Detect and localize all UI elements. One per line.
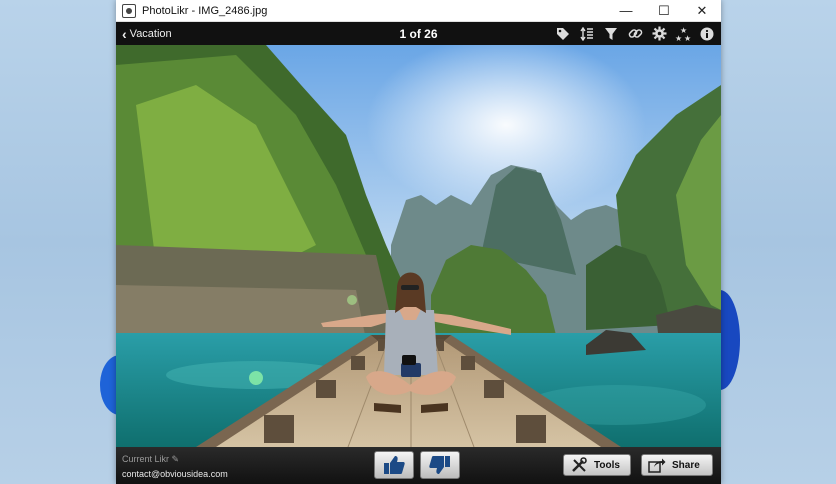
rating-stars-icon[interactable]: ★ ★ ★ — [673, 24, 693, 44]
app-window: PhotoLikr - IMG_2486.jpg — ☐ ✕ ‹ Vacatio… — [116, 0, 721, 484]
share-button[interactable]: Share — [641, 454, 713, 476]
app-logo-icon — [122, 3, 136, 18]
maximize-button[interactable]: ☐ — [645, 0, 683, 22]
vacation-photo — [116, 45, 721, 447]
filter-icon[interactable] — [601, 24, 621, 44]
title-bar: PhotoLikr - IMG_2486.jpg — ☐ ✕ — [116, 0, 721, 22]
current-likr-text: Current Likr — [122, 454, 170, 464]
contact-email: contact@obviousidea.com — [122, 469, 228, 479]
bottom-bar: Current Likr ✎ contact@obviousidea.com T… — [116, 447, 721, 484]
like-button[interactable] — [374, 451, 414, 479]
minimize-button[interactable]: — — [607, 0, 645, 22]
thumbs-up-icon — [384, 456, 405, 474]
close-button[interactable]: ✕ — [683, 0, 721, 22]
current-likr-label[interactable]: Current Likr ✎ — [122, 454, 179, 465]
thumbs-down-icon — [429, 456, 450, 474]
tag-icon[interactable] — [553, 24, 573, 44]
gear-icon[interactable] — [649, 24, 669, 44]
svg-text:★: ★ — [675, 34, 682, 42]
photo-viewer[interactable] — [116, 45, 721, 447]
svg-text:★: ★ — [684, 34, 691, 42]
tools-button[interactable]: Tools — [563, 454, 631, 476]
back-label: Vacation — [129, 27, 172, 40]
share-icon — [646, 457, 668, 473]
chevron-left-icon: ‹ — [122, 25, 127, 42]
pencil-icon: ✎ — [171, 454, 180, 464]
back-button[interactable]: ‹ Vacation — [122, 22, 172, 45]
link-icon[interactable] — [625, 24, 645, 44]
photo-toolbar: ‹ Vacation 1 of 26 ★ ★ ★ — [116, 22, 721, 45]
sort-icon[interactable] — [577, 24, 597, 44]
dislike-button[interactable] — [420, 451, 460, 479]
tools-label: Tools — [594, 459, 620, 471]
info-icon[interactable] — [697, 24, 717, 44]
window-title: PhotoLikr - IMG_2486.jpg — [142, 4, 268, 17]
share-label: Share — [672, 459, 700, 471]
tools-icon — [568, 457, 590, 473]
